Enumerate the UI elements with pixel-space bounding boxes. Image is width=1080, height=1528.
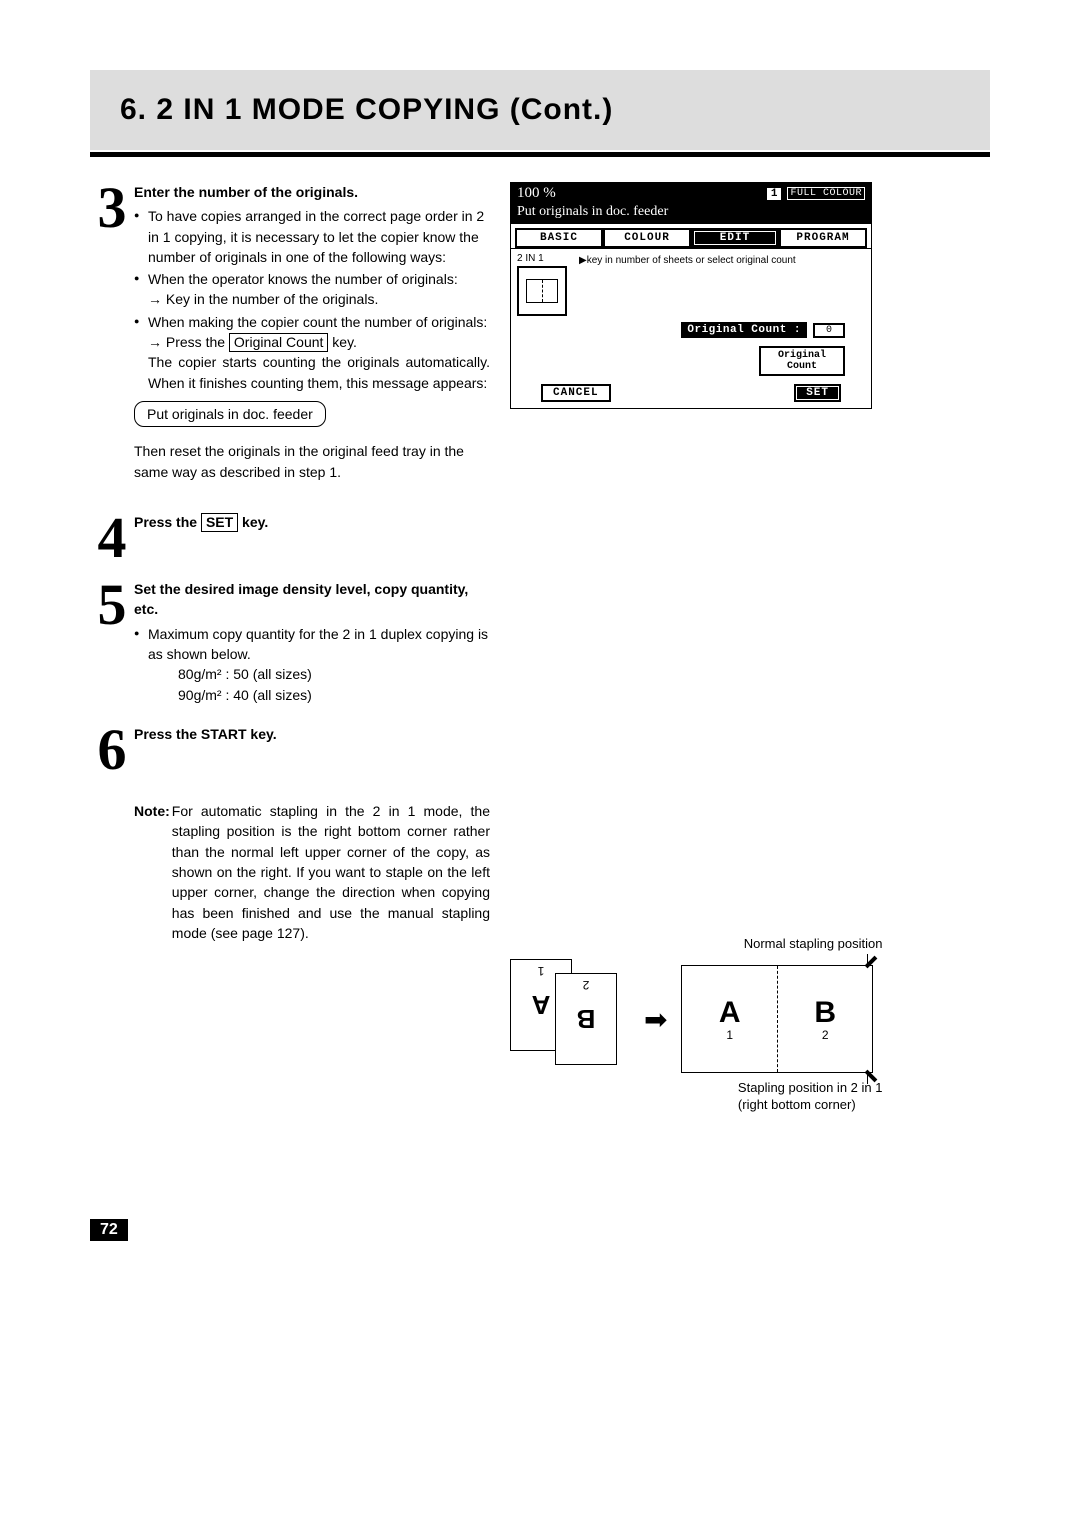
original-count-button[interactable]: Original Count — [759, 346, 845, 376]
step-5: 5 Set the desired image density level, c… — [90, 579, 490, 709]
step-number: 5 — [90, 579, 134, 709]
2in1-stapling-label: Stapling position in 2 in 1 (right botto… — [738, 1080, 883, 1114]
cancel-button[interactable]: CANCEL — [541, 384, 611, 402]
original-count-value: 0 — [813, 323, 845, 338]
tab-basic[interactable]: BASIC — [515, 228, 603, 248]
step-6: 6 Press the START key. — [90, 724, 490, 776]
step-heading: Enter the number of the originals. — [134, 184, 358, 200]
result-page-icon: Normal stapling position A 1 B 2 — [681, 965, 873, 1073]
two-in-one-icon — [517, 266, 567, 316]
step-number: 3 — [90, 182, 134, 482]
original-count-label: Original Count : — [681, 322, 807, 338]
set-button[interactable]: SET — [794, 384, 841, 402]
copy-count: 1 — [767, 188, 782, 200]
message-pill: Put originals in doc. feeder — [134, 401, 326, 427]
page-number: 72 — [90, 1219, 128, 1241]
set-key: SET — [201, 513, 238, 532]
step-4: 4 Press the SET key. — [90, 512, 490, 564]
stapling-diagram: A 1 B 2 ➡ Normal stapling position — [510, 959, 990, 1079]
step-heading: Set the desired image density level, cop… — [134, 581, 468, 617]
panel-hint: ▶key in number of sheets or select origi… — [579, 255, 796, 266]
bullet: When the operator knows the number of or… — [134, 269, 490, 310]
colour-mode-badge: FULL COLOUR — [787, 187, 865, 200]
step-number: 4 — [90, 512, 134, 564]
normal-stapling-label: Normal stapling position — [744, 936, 883, 951]
bullet: When making the copier count the number … — [134, 312, 490, 393]
title-underline — [90, 152, 990, 157]
note: Note:For automatic stapling in the 2 in … — [90, 801, 490, 943]
step-after-text: Then reset the originals in the original… — [134, 441, 490, 482]
bullet: Maximum copy quantity for the 2 in 1 dup… — [134, 624, 490, 705]
tab-edit[interactable]: EDIT — [691, 228, 779, 248]
bullet: To have copies arranged in the correct p… — [134, 206, 490, 267]
zoom-value: 100 % — [517, 185, 556, 202]
step-number: 6 — [90, 724, 134, 776]
sub-line: → Key in the number of the originals. — [148, 289, 490, 309]
mode-label: 2 IN 1 — [517, 253, 571, 264]
step-heading: Press the START key. — [134, 726, 277, 742]
tab-program[interactable]: PROGRAM — [779, 228, 867, 248]
copier-display-panel: 100 % 1 FULL COLOUR Put originals in doc… — [510, 182, 872, 409]
tab-colour[interactable]: COLOUR — [603, 228, 691, 248]
panel-tabs: BASIC COLOUR EDIT PROGRAM — [511, 224, 871, 248]
original-pages-icon: A 1 B 2 — [510, 959, 630, 1079]
arrow-right-icon: ➡ — [644, 1003, 667, 1036]
page-title: 6. 2 IN 1 MODE COPYING (Cont.) — [120, 93, 613, 127]
original-count-key: Original Count — [229, 333, 329, 352]
panel-message: Put originals in doc. feeder — [511, 204, 871, 224]
page-title-bar: 6. 2 IN 1 MODE COPYING (Cont.) — [90, 70, 990, 150]
step-3: 3 Enter the number of the originals. To … — [90, 182, 490, 482]
